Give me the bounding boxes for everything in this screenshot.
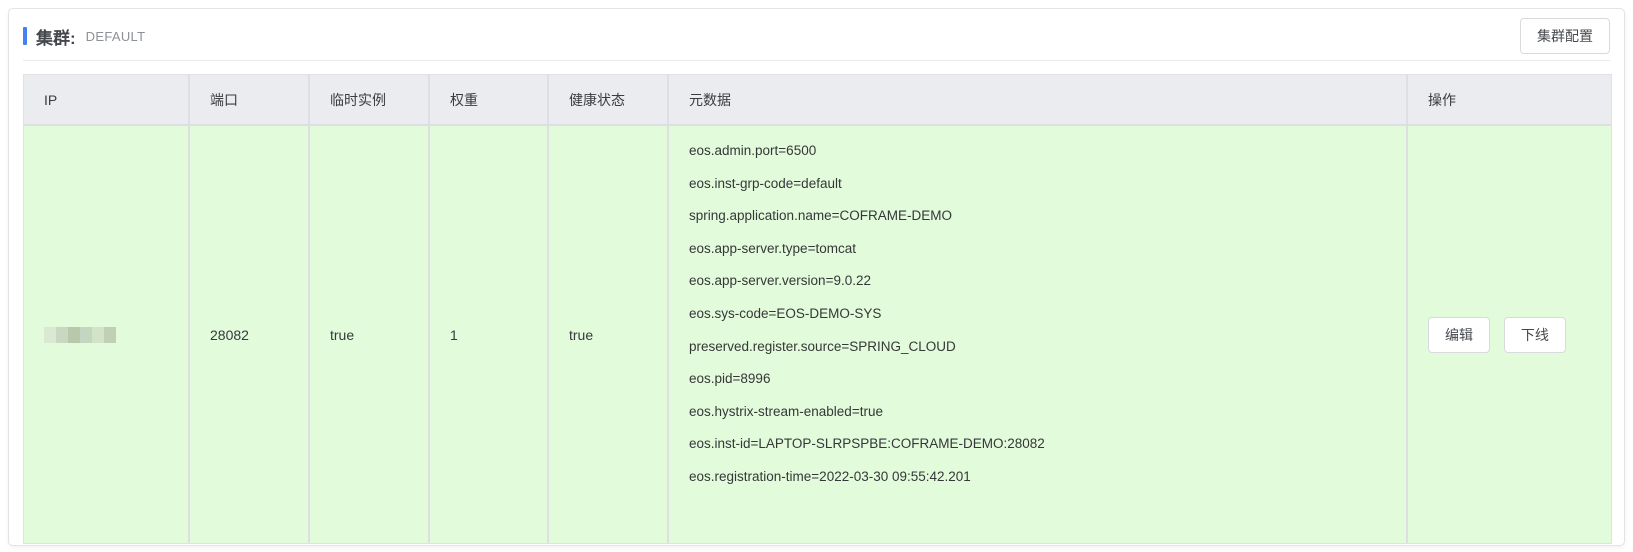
actions-cell: 编辑 下线	[1408, 126, 1611, 543]
metadata-line: eos.hystrix-stream-enabled=true	[689, 396, 1406, 429]
metadata-line: eos.registration-time=2022-03-30 09:55:4…	[689, 461, 1406, 494]
column-header-ephemeral: 临时实例	[310, 75, 430, 126]
metadata-line: preserved.register.source=SPRING_CLOUD	[689, 331, 1406, 364]
panel-title-group: 集群: DEFAULT	[23, 24, 145, 49]
column-header-ip: IP	[24, 75, 190, 126]
edit-button[interactable]: 编辑	[1428, 317, 1490, 353]
column-header-weight: 权重	[430, 75, 549, 126]
metadata-line: eos.admin.port=6500	[689, 135, 1406, 168]
column-header-metadata: 元数据	[669, 75, 1408, 126]
metadata-cell: eos.admin.port=6500 eos.inst-grp-code=de…	[669, 126, 1408, 543]
offline-button[interactable]: 下线	[1504, 317, 1566, 353]
panel-title: 集群:	[36, 24, 76, 49]
column-header-actions: 操作	[1408, 75, 1611, 126]
metadata-line: eos.sys-code=EOS-DEMO-SYS	[689, 298, 1406, 331]
metadata-line: eos.pid=8996	[689, 363, 1406, 396]
healthy-cell: true	[549, 126, 669, 543]
column-header-healthy: 健康状态	[549, 75, 669, 126]
metadata-line: eos.inst-id=LAPTOP-SLRPSPBE:COFRAME-DEMO…	[689, 428, 1406, 461]
ephemeral-cell: true	[310, 126, 430, 543]
ip-cell	[24, 126, 190, 543]
table-header-row: IP 端口 临时实例 权重 健康状态 元数据 操作	[24, 75, 1611, 126]
instance-table: IP 端口 临时实例 权重 健康状态 元数据 操作 28082 true 1 t…	[23, 74, 1612, 544]
metadata-line: eos.inst-grp-code=default	[689, 168, 1406, 201]
redacted-ip-mosaic	[44, 327, 116, 343]
cluster-name: DEFAULT	[86, 29, 146, 44]
weight-cell: 1	[430, 126, 549, 543]
column-header-port: 端口	[190, 75, 310, 126]
panel-header: 集群: DEFAULT 集群配置	[23, 9, 1610, 61]
cluster-panel: 集群: DEFAULT 集群配置 IP 端口 临时实例 权重 健康状态 元数据 …	[8, 8, 1625, 546]
port-cell: 28082	[190, 126, 310, 543]
metadata-line: eos.app-server.type=tomcat	[689, 233, 1406, 266]
metadata-line: eos.app-server.version=9.0.22	[689, 265, 1406, 298]
metadata-line: spring.application.name=COFRAME-DEMO	[689, 200, 1406, 233]
cluster-config-button[interactable]: 集群配置	[1520, 18, 1610, 54]
instance-row: 28082 true 1 true eos.admin.port=6500 eo…	[24, 126, 1611, 543]
title-accent-bar	[23, 27, 27, 45]
